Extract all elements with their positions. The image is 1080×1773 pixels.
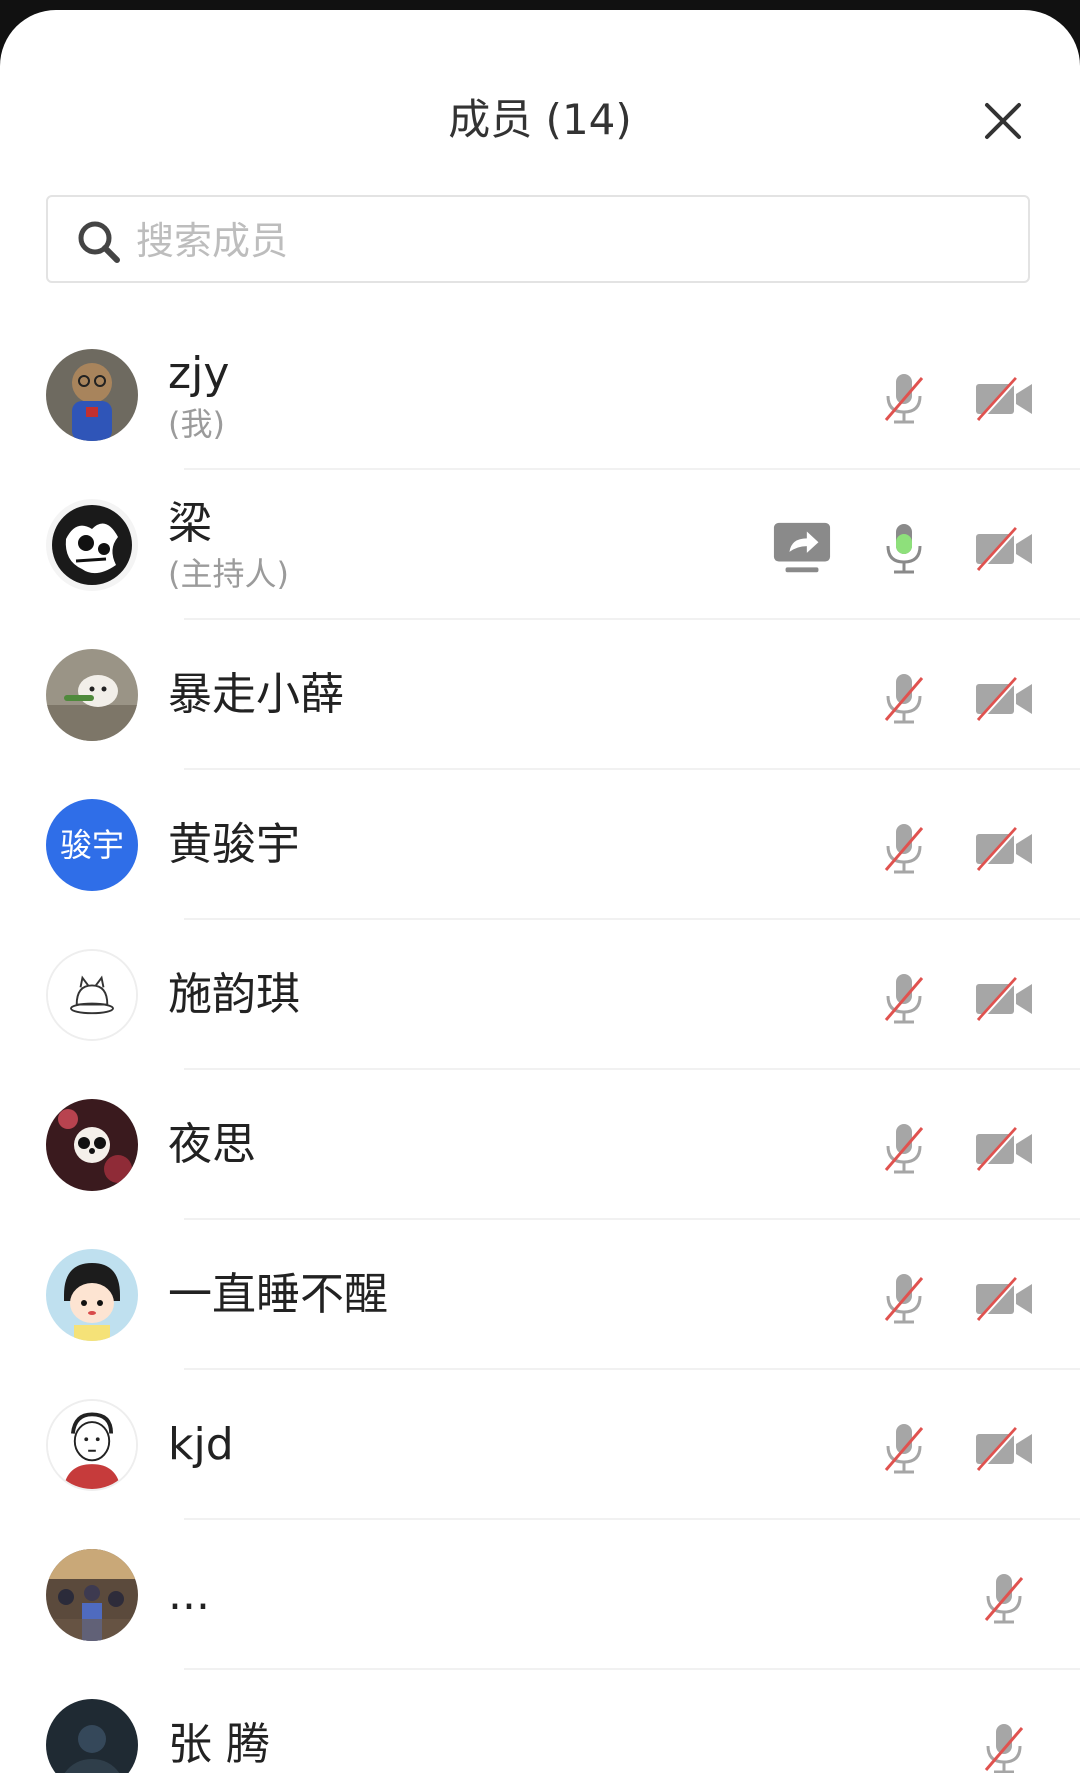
member-name: 夜思 — [168, 1119, 256, 1170]
avatar — [46, 1099, 138, 1191]
member-row[interactable]: zjy (我) — [0, 320, 1080, 470]
search-box[interactable] — [46, 195, 1030, 283]
member-name: 一直睡不醒 — [168, 1269, 388, 1320]
avatar — [46, 499, 138, 591]
member-row[interactable]: 一直睡不醒 — [0, 1220, 1080, 1370]
camera-off-button[interactable] — [974, 368, 1034, 428]
member-row[interactable]: 暴走小薛 — [0, 620, 1080, 770]
avatar — [46, 1249, 138, 1341]
avatar-image — [46, 1699, 138, 1773]
camera-off-button[interactable] — [974, 1118, 1034, 1178]
member-row[interactable]: 施韵琪 — [0, 920, 1080, 1070]
avatar-image — [48, 951, 136, 1039]
mic-muted-icon — [884, 1274, 924, 1324]
mic-muted-button[interactable] — [974, 1718, 1034, 1773]
mic-active-icon — [886, 524, 922, 574]
mic-muted-button[interactable] — [874, 1268, 934, 1328]
mic-muted-icon — [984, 1574, 1024, 1624]
camera-off-icon — [976, 976, 1032, 1022]
camera-off-icon — [976, 376, 1032, 422]
mic-muted-icon — [884, 974, 924, 1024]
member-name: ... — [168, 1569, 210, 1620]
avatar-image — [46, 649, 138, 741]
member-role: (我) — [168, 405, 225, 443]
member-name: 梁 — [168, 498, 212, 549]
avatar — [46, 1399, 138, 1491]
member-row[interactable]: 夜思 — [0, 1070, 1080, 1220]
mic-muted-icon — [884, 1124, 924, 1174]
camera-off-icon — [976, 676, 1032, 722]
mic-muted-button[interactable] — [874, 368, 934, 428]
mic-muted-icon — [884, 674, 924, 724]
member-name: zjy — [168, 348, 230, 399]
avatar-initials: 骏宇 — [59, 826, 124, 864]
camera-off-icon — [976, 526, 1032, 572]
camera-off-icon — [976, 1276, 1032, 1322]
member-row[interactable]: 梁 (主持人) — [0, 470, 1080, 620]
mic-muted-button[interactable] — [874, 818, 934, 878]
camera-off-button[interactable] — [974, 1268, 1034, 1328]
mic-muted-button[interactable] — [974, 1568, 1034, 1628]
camera-off-icon — [976, 1126, 1032, 1172]
member-row[interactable]: ... — [0, 1520, 1080, 1670]
camera-off-icon — [976, 1426, 1032, 1472]
avatar — [46, 1699, 138, 1773]
mic-muted-button[interactable] — [874, 968, 934, 1028]
member-name: 黄骏宇 — [168, 819, 300, 870]
member-list: zjy (我) 梁 (主持人) 暴走小薛 骏宇 黄骏宇 施韵琪 夜思 一直睡不醒… — [0, 320, 1080, 1773]
camera-off-icon — [976, 826, 1032, 872]
camera-off-button[interactable] — [974, 668, 1034, 728]
avatar-image — [46, 1099, 138, 1191]
search-icon — [78, 221, 120, 263]
avatar-image — [46, 1549, 138, 1641]
mic-active-button[interactable] — [874, 518, 934, 578]
member-row[interactable]: kjd — [0, 1370, 1080, 1520]
search-input[interactable] — [134, 209, 998, 273]
mic-muted-button[interactable] — [874, 668, 934, 728]
avatar: 骏宇 — [46, 799, 138, 891]
camera-off-button[interactable] — [974, 518, 1034, 578]
camera-off-button[interactable] — [974, 968, 1034, 1028]
avatar — [46, 649, 138, 741]
avatar — [46, 949, 138, 1041]
share-screen-icon — [773, 522, 831, 573]
share-screen-button[interactable] — [772, 518, 834, 578]
mic-muted-icon — [884, 1424, 924, 1474]
panel-title: 成员 (14) — [448, 95, 632, 144]
member-row[interactable]: 骏宇 黄骏宇 — [0, 770, 1080, 920]
avatar-image — [48, 1401, 136, 1489]
member-name: kjd — [168, 1419, 234, 1470]
avatar-image — [46, 1249, 138, 1341]
mic-muted-button[interactable] — [874, 1418, 934, 1478]
close-icon — [985, 103, 1021, 139]
close-button[interactable] — [980, 98, 1026, 144]
member-name: 暴走小薛 — [168, 669, 344, 720]
mic-muted-button[interactable] — [874, 1118, 934, 1178]
panel-header: 成员 (14) — [0, 10, 1080, 180]
member-name: 张 腾 — [168, 1719, 270, 1770]
mic-muted-icon — [884, 824, 924, 874]
avatar-image — [46, 349, 138, 441]
member-row[interactable]: 张 腾 — [0, 1670, 1080, 1773]
avatar — [46, 1549, 138, 1641]
member-role: (主持人) — [168, 555, 289, 593]
member-name: 施韵琪 — [168, 969, 300, 1020]
camera-off-button[interactable] — [974, 818, 1034, 878]
avatar-image — [46, 499, 138, 591]
avatar — [46, 349, 138, 441]
camera-off-button[interactable] — [974, 1418, 1034, 1478]
members-panel: 成员 (14) 搜索成员 zjy (我) 梁 (主持人) 暴走小薛 骏宇 黄骏宇… — [0, 10, 1080, 1773]
mic-muted-icon — [884, 374, 924, 424]
mic-muted-icon — [984, 1724, 1024, 1773]
